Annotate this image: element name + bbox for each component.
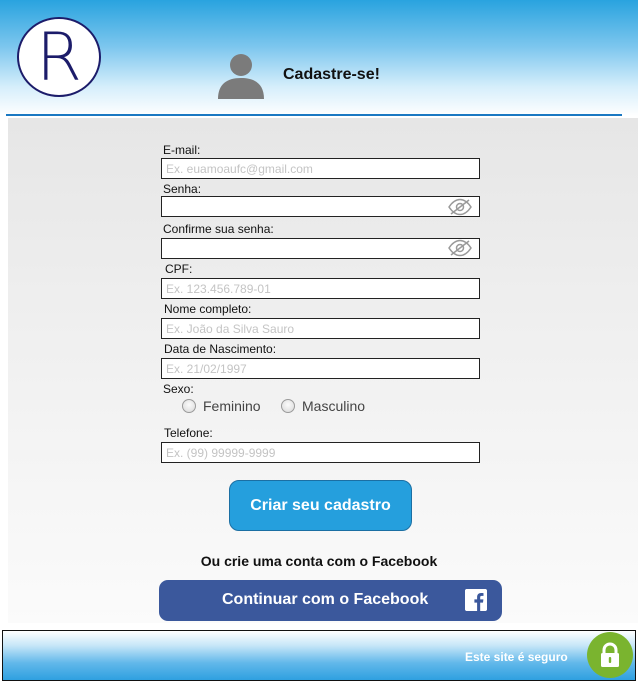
site-logo[interactable]: R <box>17 17 101 97</box>
confirm-password-label: Confirme sua senha: <box>163 222 274 236</box>
create-account-button[interactable]: Criar seu cadastro <box>229 480 412 531</box>
birth-date-label: Data de Nascimento: <box>164 342 277 356</box>
birth-date-field[interactable] <box>161 358 480 379</box>
password-label: Senha: <box>163 182 202 196</box>
sex-label: Sexo: <box>163 382 194 396</box>
email-field[interactable] <box>161 158 480 179</box>
phone-field[interactable] <box>161 442 480 463</box>
email-label: E-mail: <box>163 143 201 157</box>
logo-letter: R <box>36 19 82 96</box>
radio-feminino[interactable] <box>182 399 196 413</box>
confirm-password-field[interactable] <box>161 238 480 259</box>
cpf-field[interactable] <box>161 278 480 299</box>
facebook-continue-button[interactable]: Continuar com o Facebook <box>159 580 502 621</box>
page-title: Cadastre-se! <box>283 66 380 83</box>
radio-masculino[interactable] <box>281 399 295 413</box>
radio-masculino-label[interactable]: Masculino <box>302 398 365 414</box>
header-divider <box>6 114 622 116</box>
eye-slash-icon[interactable] <box>448 239 472 257</box>
lock-icon <box>601 642 619 667</box>
facebook-prompt: Ou crie uma conta com o Facebook <box>200 553 438 569</box>
phone-label: Telefone: <box>164 426 213 440</box>
password-field[interactable] <box>161 196 480 217</box>
user-silhouette-icon <box>218 54 264 99</box>
cpf-label: CPF: <box>165 262 193 276</box>
secure-site-text: Este site é seguro <box>465 650 568 664</box>
facebook-button-label: Continuar com o Facebook <box>222 591 429 608</box>
secure-badge <box>587 632 633 678</box>
full-name-label: Nome completo: <box>164 302 252 316</box>
facebook-icon <box>465 589 487 611</box>
radio-feminino-label[interactable]: Feminino <box>203 398 261 414</box>
eye-slash-icon[interactable] <box>448 198 472 216</box>
full-name-field[interactable] <box>161 318 480 339</box>
